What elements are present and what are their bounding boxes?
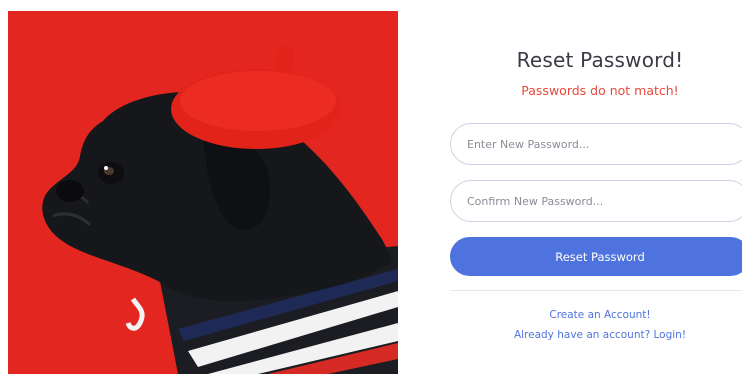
- pug-in-red-beret-photo: [8, 11, 398, 374]
- new-password-input[interactable]: [450, 123, 742, 165]
- reset-password-button[interactable]: Reset Password: [450, 237, 742, 276]
- error-message: Passwords do not match!: [521, 83, 679, 98]
- reset-password-page: Reset Password! Passwords do not match! …: [0, 0, 742, 374]
- confirm-password-input[interactable]: [450, 180, 742, 222]
- reset-password-form: Reset Password! Passwords do not match! …: [450, 0, 742, 374]
- page-title: Reset Password!: [516, 48, 684, 72]
- login-link[interactable]: Already have an account? Login!: [450, 329, 742, 341]
- divider: [450, 290, 742, 291]
- create-account-link[interactable]: Create an Account!: [450, 309, 742, 321]
